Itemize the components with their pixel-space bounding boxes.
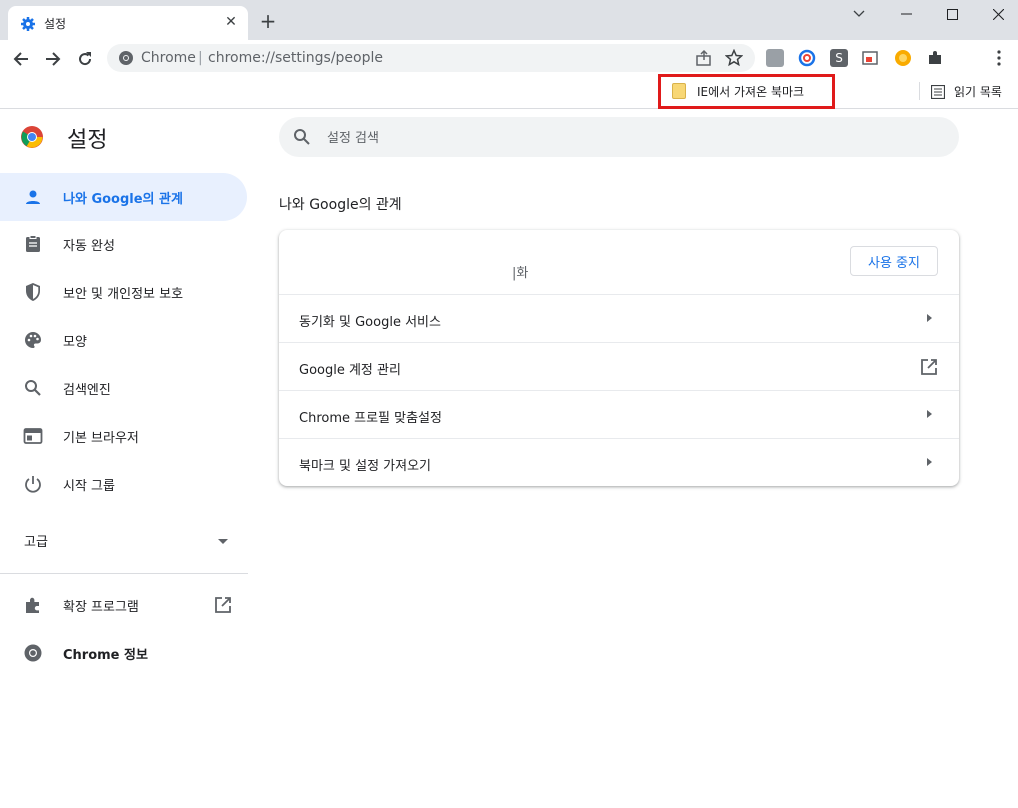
new-tab-button[interactable]: +	[258, 11, 278, 31]
tab-title: 설정	[44, 17, 67, 31]
people-card: |화 사용 중지 동기화 및 Google 서비스 Google 계정 관리 C…	[279, 230, 959, 486]
minimize-icon	[900, 13, 912, 15]
nav-about-chrome[interactable]: Chrome 정보	[0, 629, 247, 677]
bookmarks-divider	[919, 82, 920, 100]
reload-button[interactable]	[72, 46, 98, 72]
row-label: 동기화 및 Google 서비스	[299, 315, 441, 330]
bookmarks-bar	[0, 76, 1018, 109]
nav-you-and-google[interactable]: 나와 Google의 관계	[0, 173, 247, 221]
extension-window-icon[interactable]	[862, 49, 880, 67]
maximize-icon	[946, 8, 958, 20]
maximize-button[interactable]	[929, 0, 975, 28]
nav-label: 보안 및 개인정보 보호	[63, 287, 184, 302]
extension-orange-icon[interactable]	[894, 49, 912, 67]
palette-icon	[25, 332, 41, 348]
chevron-down-icon[interactable]	[218, 539, 228, 544]
reading-list-button[interactable]: 읽기 목록	[931, 83, 1002, 100]
row-label: 북마크 및 설정 가져오기	[299, 459, 431, 474]
chevron-right-icon	[927, 410, 932, 418]
more-vert-icon[interactable]	[990, 49, 1008, 67]
nav-extensions[interactable]: 확장 프로그램	[0, 581, 247, 629]
settings-search[interactable]	[279, 117, 959, 157]
shield-icon	[26, 283, 40, 301]
arrow-left-icon	[13, 52, 28, 66]
open-in-new-icon	[921, 359, 937, 375]
close-window-button[interactable]	[975, 0, 1018, 28]
forward-button[interactable]	[40, 46, 66, 72]
nav-search-engine[interactable]: 검색엔진	[0, 364, 247, 412]
nav-label: 시작 그룹	[63, 479, 115, 494]
person-icon	[26, 190, 40, 204]
extension-s-icon[interactable]: S	[830, 49, 848, 67]
nav-default-browser[interactable]: 기본 브라우저	[0, 412, 247, 460]
nav-label: 검색엔진	[63, 383, 111, 398]
nav-label: 나와 Google의 관계	[63, 192, 183, 207]
row-import-bookmarks-settings[interactable]: 북마크 및 설정 가져오기	[279, 438, 959, 487]
minimize-button[interactable]	[883, 0, 929, 28]
extension-ex-icon[interactable]	[766, 49, 784, 67]
extension-circle-icon[interactable]	[798, 49, 816, 67]
settings-title: 설정	[67, 128, 108, 153]
chevron-right-icon	[927, 458, 932, 466]
row-label: Chrome 프로필 맞춤설정	[299, 411, 442, 426]
puzzle-icon[interactable]	[926, 49, 944, 67]
chrome-logo	[21, 126, 43, 148]
share-icon[interactable]	[695, 49, 713, 67]
title-bar: 설정 ✕ +	[0, 0, 1018, 40]
chevron-right-icon	[927, 314, 932, 322]
power-icon	[25, 476, 41, 493]
search-icon	[25, 380, 41, 396]
nav-label: Chrome 정보	[63, 648, 148, 663]
address-bar[interactable]: Chrome | chrome://settings/people	[107, 44, 755, 72]
puzzle-icon	[26, 597, 39, 613]
chrome-icon	[24, 644, 42, 662]
nav-privacy-security[interactable]: 보안 및 개인정보 보호	[0, 268, 247, 316]
back-button[interactable]	[8, 46, 34, 72]
open-in-new-icon	[215, 597, 231, 613]
row-label: Google 계정 관리	[299, 363, 401, 378]
sync-status-text: |화	[512, 266, 529, 281]
search-icon	[294, 129, 310, 145]
imported-bookmarks-label: IE에서 가져온 북마크	[697, 84, 805, 99]
arrow-right-icon	[46, 52, 61, 66]
folder-icon	[672, 83, 686, 99]
tab-close-button[interactable]: ✕	[222, 13, 240, 31]
nav-appearance[interactable]: 모양	[0, 316, 247, 364]
row-customize-profile[interactable]: Chrome 프로필 맞춤설정	[279, 390, 959, 439]
browser-icon	[23, 428, 43, 444]
star-icon[interactable]	[725, 49, 743, 67]
nav-on-startup[interactable]: 시작 그룹	[0, 460, 247, 508]
chevron-down-icon	[853, 10, 865, 17]
clipboard-icon	[26, 235, 40, 252]
reload-icon	[79, 52, 92, 66]
nav-divider	[0, 573, 248, 574]
nav-label: 확장 프로그램	[63, 600, 139, 615]
tab-search-button[interactable]	[836, 0, 882, 28]
reading-list-label: 읽기 목록	[954, 85, 1002, 99]
settings-tab[interactable]: 설정 ✕	[8, 6, 248, 40]
reading-list-icon	[931, 84, 945, 99]
row-sync-google-services[interactable]: 동기화 및 Google 서비스	[279, 294, 959, 343]
chrome-site-icon	[119, 51, 133, 65]
url-separator: |	[198, 50, 203, 66]
nav-label: 자동 완성	[63, 239, 115, 254]
imported-bookmarks-folder[interactable]: IE에서 가져온 북마크	[672, 83, 804, 99]
nav-label: 기본 브라우저	[63, 431, 139, 446]
close-icon	[992, 8, 1004, 20]
stop-sync-button[interactable]: 사용 중지	[850, 246, 938, 276]
section-title: 나와 Google의 관계	[279, 197, 402, 213]
row-manage-google-account[interactable]: Google 계정 관리	[279, 342, 959, 391]
nav-label: 모양	[63, 335, 87, 350]
url-text[interactable]: chrome://settings/people	[208, 50, 383, 66]
nav-advanced[interactable]: 고급	[24, 531, 48, 550]
gear-icon	[21, 17, 35, 31]
nav-autofill[interactable]: 자동 완성	[0, 220, 247, 268]
settings-search-input[interactable]	[325, 127, 929, 149]
site-name: Chrome	[141, 50, 196, 66]
